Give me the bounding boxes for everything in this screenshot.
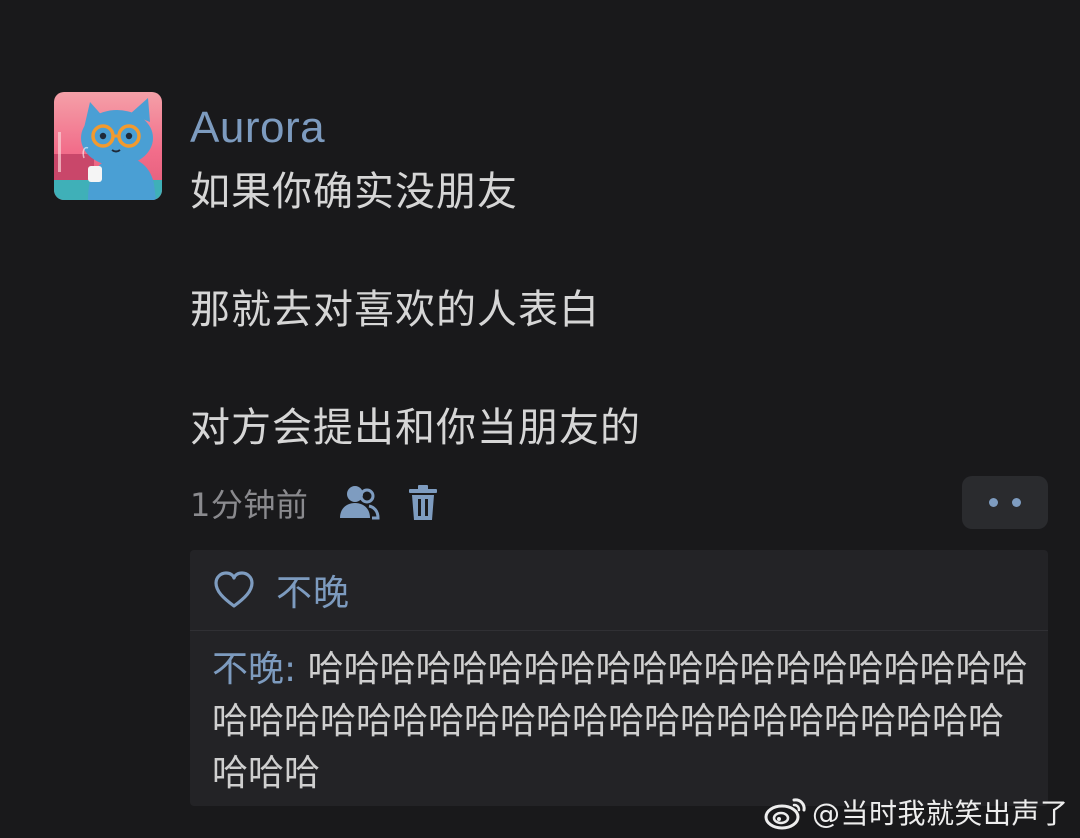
post-text-line-2: 那就去对喜欢的人表白 — [190, 287, 600, 333]
avatar[interactable] — [54, 92, 162, 200]
post-text-line-3: 对方会提出和你当朋友的 — [190, 405, 641, 451]
post-author-name[interactable]: Aurora — [190, 100, 325, 156]
more-dot-icon — [989, 498, 998, 507]
heart-outline-icon — [212, 570, 256, 610]
comment-item[interactable]: 不晚: 哈哈哈哈哈哈哈哈哈哈哈哈哈哈哈哈哈哈哈哈哈哈哈哈哈哈哈哈哈哈哈哈哈哈哈哈… — [212, 644, 1032, 800]
likes-and-comments-panel: 不晚 不晚: 哈哈哈哈哈哈哈哈哈哈哈哈哈哈哈哈哈哈哈哈哈哈哈哈哈哈哈哈哈哈哈哈哈… — [190, 550, 1048, 806]
moments-post-page: Aurora 如果你确实没朋友 那就去对喜欢的人表白 对方会提出和你当朋友的 1… — [0, 0, 1080, 838]
comment-text: 哈哈哈哈哈哈哈哈哈哈哈哈哈哈哈哈哈哈哈哈哈哈哈哈哈哈哈哈哈哈哈哈哈哈哈哈哈哈哈哈… — [212, 649, 1028, 794]
watermark-text: @当时我就笑出声了 — [812, 797, 1069, 830]
weibo-logo-icon — [764, 792, 810, 832]
more-options-button[interactable] — [962, 476, 1048, 529]
like-user-name[interactable]: 不晚 — [276, 564, 350, 616]
friends-visibility-icon[interactable] — [338, 483, 380, 523]
post-text-line-1: 如果你确实没朋友 — [190, 169, 518, 215]
more-dot-icon — [1012, 498, 1021, 507]
cat-avatar-image — [54, 92, 162, 200]
likes-row: 不晚 — [190, 550, 1048, 631]
comment-author-name[interactable]: 不晚 — [212, 649, 284, 690]
trash-icon[interactable] — [406, 483, 440, 523]
post-timestamp: 1分钟前 — [190, 486, 309, 524]
comment-separator: : — [284, 649, 308, 690]
watermark: @当时我就笑出声了 — [764, 790, 1069, 834]
post-meta-row: 1分钟前 — [190, 478, 440, 528]
